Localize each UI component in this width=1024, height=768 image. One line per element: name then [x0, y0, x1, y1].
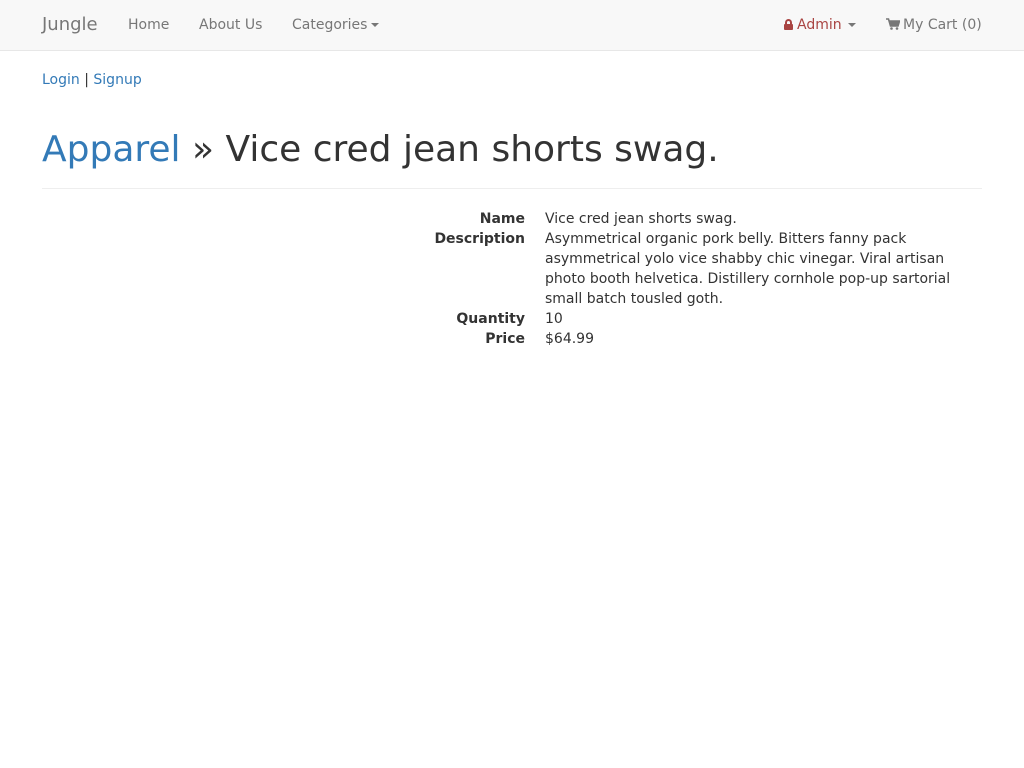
page-title: Apparel » Vice cred jean shorts swag. — [42, 124, 982, 176]
title-separator: » — [192, 129, 215, 170]
price-value: $64.99 — [545, 331, 594, 347]
lock-icon — [784, 19, 793, 30]
auth-separator: | — [84, 72, 89, 88]
description-value: Asymmetrical organic pork belly. Bitters… — [545, 231, 951, 307]
quantity-label: Quantity — [456, 311, 525, 327]
name-label: Name — [479, 211, 525, 227]
detail-row-name: Name Vice cred jean shorts swag. — [380, 209, 980, 229]
nav-about-link[interactable]: About Us — [199, 15, 262, 35]
shopping-cart-icon — [886, 18, 900, 30]
name-value: Vice cred jean shorts swag. — [545, 211, 737, 227]
description-label: Description — [434, 231, 525, 247]
quantity-value: 10 — [545, 311, 563, 327]
detail-row-quantity: Quantity 10 — [380, 309, 980, 329]
price-label: Price — [485, 331, 525, 347]
categories-dropdown[interactable]: Categories — [292, 15, 380, 35]
product-details: Name Vice cred jean shorts swag. Descrip… — [380, 209, 980, 349]
detail-row-description: Description Asymmetrical organic pork be… — [380, 229, 980, 309]
cart-label: My Cart (0) — [903, 17, 982, 33]
my-cart-link[interactable]: My Cart (0) — [886, 15, 982, 35]
category-link[interactable]: Apparel — [42, 129, 181, 170]
caret-down-icon — [847, 23, 856, 27]
detail-row-price: Price $64.99 — [380, 329, 980, 349]
page-header: Apparel » Vice cred jean shorts swag. — [42, 124, 982, 189]
login-link[interactable]: Login — [42, 72, 80, 88]
brand-link[interactable]: Jungle — [42, 13, 98, 37]
admin-dropdown[interactable]: Admin — [784, 15, 856, 35]
product-title: Vice cred jean shorts swag. — [225, 129, 719, 170]
caret-down-icon — [371, 23, 380, 27]
categories-label: Categories — [292, 17, 368, 33]
auth-links: Login | Signup — [42, 70, 142, 90]
navbar: Jungle Home About Us Categories Admin My… — [0, 0, 1024, 51]
signup-link[interactable]: Signup — [93, 72, 141, 88]
admin-label: Admin — [797, 17, 842, 33]
nav-home-link[interactable]: Home — [128, 15, 169, 35]
